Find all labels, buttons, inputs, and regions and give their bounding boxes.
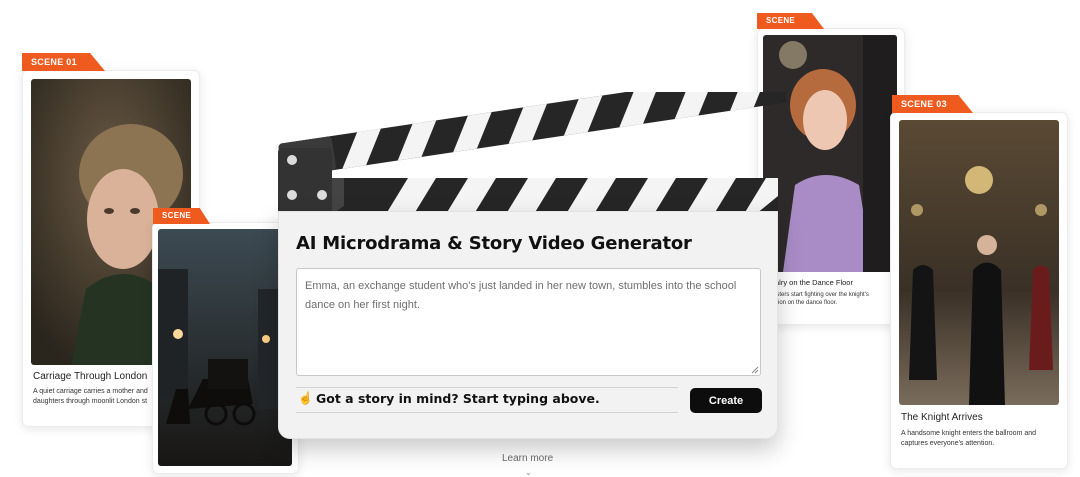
scene-description: isters start fighting over the knight's … [775,292,869,306]
scene-title: The Knight Arrives [901,412,983,423]
scene-description: A quiet carriage carries a mother and da… [33,388,148,405]
scene-tag: SCENE 01 [22,53,105,71]
resize-handle-icon[interactable] [751,366,759,374]
scene-02-image [158,229,292,466]
scene-tag: SCENE 02 [153,208,210,224]
chevron-down-icon[interactable]: ⌄ [525,468,532,477]
generator-panel: AI Microdrama & Story Video Generator Em… [278,211,778,439]
scene-03-image [899,120,1059,405]
create-button[interactable]: Create [690,388,762,413]
scene-tag: SCENE 03 [892,95,973,113]
pointing-up-icon: ☝ [298,391,313,405]
learn-more-link[interactable]: Learn more [502,453,553,464]
scene-title: Carriage Through London [33,371,148,382]
scene-title: alry on the Dance Floor [775,278,853,287]
story-prompt-input[interactable]: Emma, an exchange student who's just lan… [296,268,761,376]
scene-tag: SCENE 04 [757,13,824,29]
hint-text: Got a story in mind? Start typing above. [316,391,600,406]
scene-description: A handsome knight enters the ballroom an… [901,430,1037,447]
generator-title: AI Microdrama & Story Video Generator [296,233,692,254]
clapper-bar [278,146,778,214]
